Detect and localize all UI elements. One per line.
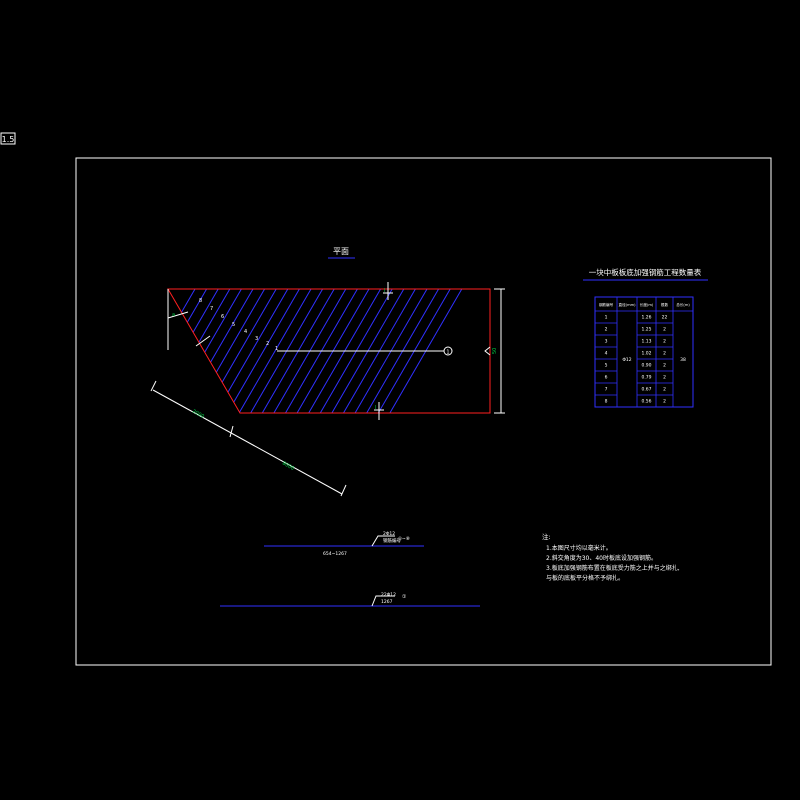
bar-number: 5: [232, 322, 235, 328]
hatch-line: [186, 288, 208, 323]
table-title: 一块中板板底加强钢筋工程数量表: [589, 267, 702, 277]
table-cell: 5: [605, 363, 608, 369]
drawing-canvas: 1.5 平面 50 I I 1 8 7 6 5 4 3 2 1 a 2000 8…: [0, 132, 772, 666]
bar-number: 6: [221, 314, 224, 320]
skew-dim-ext-start: [150, 380, 157, 392]
table-cell: 0.79: [641, 375, 651, 381]
bar-number: 7: [210, 306, 213, 312]
hatch-line: [198, 288, 231, 343]
right-dimension-text: 50: [492, 348, 498, 354]
bar-mark-label: 1: [446, 350, 449, 356]
side-dimension-text: a: [172, 312, 175, 318]
table-header-cell: 根数: [661, 302, 669, 307]
bar-number: 1: [275, 346, 278, 352]
hatch-line: [180, 288, 196, 313]
note-line: 与板的底板平分格不予绑扎。: [546, 574, 624, 582]
table-cell: 2: [663, 327, 666, 333]
table-cell: 0.90: [641, 363, 651, 369]
table-cell: 2: [663, 339, 666, 345]
notes-heading: 注:: [542, 532, 551, 541]
bar-number: 8: [199, 298, 202, 304]
skew-dim-ext-end: [340, 484, 347, 497]
table-cell: 1: [605, 315, 608, 321]
sheet-badge: 1.5: [2, 135, 15, 144]
table-cell: 7: [605, 387, 608, 393]
note-line: 2.斜交角度为30、40时板底设加强钢筋。: [546, 554, 657, 562]
detail-2-spec: 22Φ12: [381, 592, 396, 598]
detail-1-mark: ①~⑧: [398, 536, 410, 542]
table-cell: 1.13: [641, 339, 651, 345]
plan-title: 平面: [333, 247, 349, 256]
bar-number: 3: [255, 336, 258, 342]
table-header-cell: 钢筋编号: [599, 302, 614, 307]
hatch-line: [192, 288, 219, 333]
detail-1-length: 654~1267: [323, 551, 347, 557]
side-dimension-line: [167, 311, 189, 319]
table-diameter-cell: Φ12: [622, 357, 631, 363]
skew-dimension-line: [152, 389, 343, 495]
drawing-frame: [75, 157, 772, 666]
table-cell: 2: [663, 351, 666, 357]
table-total-cell: 38: [680, 357, 686, 363]
table-cell: 2: [663, 387, 666, 393]
table-cell: 2: [663, 375, 666, 381]
table-cell: 22: [662, 315, 668, 321]
detail-2-length: 1267: [381, 599, 393, 605]
note-line: 3.板底加强钢筋布置在板底受力筋之上并与之绑扎,: [546, 564, 680, 572]
skew-dimension-1: 2000: [191, 409, 205, 420]
detail-1-spec: 2Φ12: [383, 531, 395, 537]
bar-number: 2: [266, 341, 269, 347]
table-cell: 0.67: [641, 387, 651, 393]
quantities-table: 钢筋编号 直径(mm) 长度(m) 根数 总长(m)1 1.26 222 1.25 23 1.13…: [594, 296, 694, 408]
skew-dim-tick-mid: [229, 425, 234, 438]
table-cell: 2: [663, 399, 666, 405]
section-mark-top: I: [384, 288, 385, 294]
table-header-cell: 直径(mm): [619, 302, 637, 307]
table-cell: 2: [605, 327, 608, 333]
table-cell: 0.56: [641, 399, 651, 405]
detail-2-mark: ①: [402, 594, 407, 600]
table-cell: 8: [605, 399, 608, 405]
table-cell: 1.02: [641, 351, 651, 357]
table-header-cell: 总长(m): [676, 302, 690, 307]
bar-number: 4: [244, 329, 247, 335]
hatch-line: [204, 288, 242, 353]
section-mark-bottom: I: [375, 405, 376, 411]
right-break-mark: [484, 346, 491, 356]
table-cell: 2: [663, 363, 666, 369]
table-cell: 1.26: [641, 315, 651, 321]
table-cell: 1.25: [641, 327, 651, 333]
table-header-cell: 长度(m): [640, 302, 654, 307]
hatch-line: [215, 288, 266, 373]
skew-dimension-2: 8000: [281, 461, 295, 472]
hatch-line: [221, 288, 277, 383]
note-line: 1.本图尺寸均以毫米计。: [546, 544, 612, 552]
table-cell: 4: [605, 351, 608, 357]
notes-block: 注: 1.本图尺寸均以毫米计。 2.斜交角度为30、40时板底设加强钢筋。 3.…: [542, 532, 680, 582]
table-cell: 3: [605, 339, 608, 345]
table-cell: 6: [605, 375, 608, 381]
